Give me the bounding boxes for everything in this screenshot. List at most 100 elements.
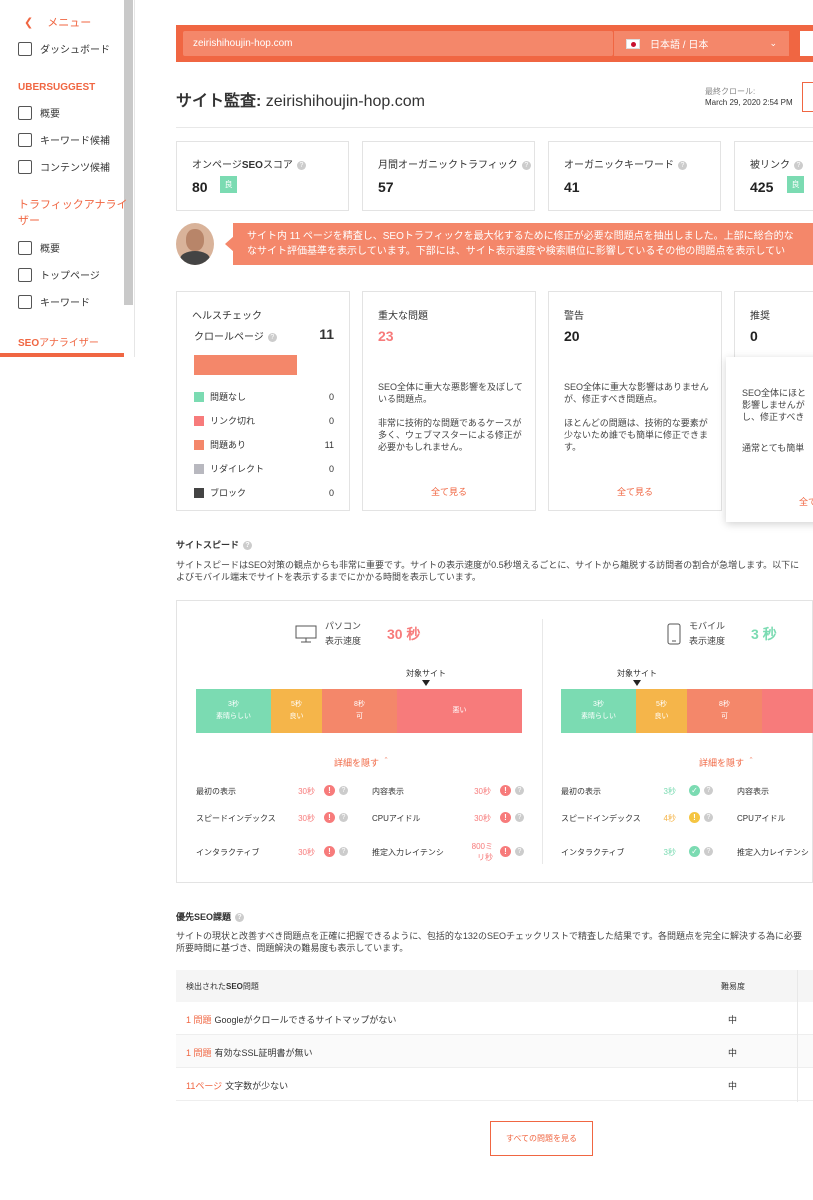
help-icon[interactable]: ? <box>794 160 803 170</box>
see-all-link[interactable]: 全て <box>799 495 813 508</box>
health-row[interactable]: 問題あり 11 <box>194 438 334 451</box>
help-icon[interactable]: ? <box>704 786 713 795</box>
see-all-link[interactable]: 全て見る <box>363 485 535 498</box>
health-row-count: 0 <box>328 463 334 474</box>
language-select[interactable]: 日本語 / 日本 ⌄ <box>614 31 789 56</box>
issues-table-header: 検出されたSEO問題 難易度 <box>176 970 813 1002</box>
chart-icon <box>18 105 32 120</box>
speed-metric-label: CPUアイドル <box>737 814 786 823</box>
sidebar-scrollbar[interactable] <box>124 0 133 305</box>
seo-analyzer-heading[interactable]: SEOアナライザー <box>18 334 99 349</box>
metric-label: 月間オーガニックトラフィック? <box>378 156 531 171</box>
hide-details-link[interactable]: 詳細を隠す ＾ <box>699 756 756 769</box>
help-icon[interactable]: ? <box>515 786 524 795</box>
segment-time: 3秒 <box>228 701 239 708</box>
metric-label-text: スコア <box>262 160 293 171</box>
issue-count-link[interactable]: 1 問題 <box>186 1048 212 1058</box>
recommendations-popup: SEO全体にほと 影響しませんが し、修正すべき 通常とても簡単 全て <box>726 357 813 522</box>
popup-line: し、修正すべき <box>742 412 805 422</box>
help-icon[interactable]: ? <box>521 160 531 170</box>
scale-segment: 8秒可 <box>687 689 762 733</box>
issue-count-link[interactable]: 11ページ <box>186 1081 222 1091</box>
speed-metric-value: 30秒 <box>474 814 491 823</box>
table-row[interactable]: 1 問題 有効なSSL証明書が無い 中 <box>176 1035 813 1068</box>
warnings-card: 警告 20 SEO全体に重大な影響はありませんが、修正すべき問題点。 ほとんどの… <box>548 291 722 511</box>
help-icon[interactable]: ? <box>678 160 687 170</box>
scale-segment: 5秒 良い <box>636 689 687 733</box>
chevron-down-icon: ⌄ <box>769 38 777 48</box>
domain-input[interactable]: zeirishihoujin-hop.com <box>183 31 613 56</box>
issue-difficulty: 中 <box>728 1081 738 1091</box>
sidebar-item-keywords[interactable]: キーワード <box>18 294 90 309</box>
see-all-issues-button[interactable]: すべての問題を見る <box>490 1121 593 1156</box>
metric-label-text: 被リンク <box>750 160 790 171</box>
help-icon[interactable]: ? <box>339 813 348 822</box>
help-icon[interactable]: ? <box>339 847 348 856</box>
status-badge: 良 <box>787 176 804 193</box>
issue-difficulty: 中 <box>728 1015 738 1025</box>
last-crawl-date: March 29, 2020 2:54 PM <box>705 98 793 107</box>
health-row[interactable]: ブロック 0 <box>194 486 334 499</box>
speed-metric-value: 3秒 <box>663 787 676 796</box>
last-crawl-label: 最終クロール: <box>705 87 756 96</box>
metric-monthly-traffic: 月間オーガニックトラフィック? 57 <box>362 141 535 211</box>
japan-flag-icon <box>626 38 640 49</box>
column-header-bold: SEO <box>226 982 243 991</box>
recrawl-button[interactable] <box>802 82 813 112</box>
sidebar-item-label: キーワード <box>40 298 90 309</box>
health-row-count: 0 <box>328 415 334 426</box>
health-row[interactable]: 問題なし 0 <box>194 390 334 403</box>
sidebar-item-content-ideas[interactable]: コンテンツ候補 <box>18 159 110 174</box>
speed-metric-value: 30秒 <box>298 814 315 823</box>
health-row[interactable]: リダイレクト 0 <box>194 462 334 475</box>
sidebar-item-traffic-overview[interactable]: 概要 <box>18 240 60 255</box>
health-row[interactable]: リンク切れ 0 <box>194 414 334 427</box>
sidebar-item-top-pages[interactable]: トップページ <box>18 267 100 282</box>
search-button[interactable] <box>800 31 813 56</box>
help-icon[interactable]: ? <box>515 847 524 856</box>
mobile-target-marker: 対象サイト <box>617 668 657 686</box>
help-icon[interactable]: ? <box>339 786 348 795</box>
help-icon[interactable]: ? <box>296 160 306 170</box>
speed-metric-value: 30秒 <box>298 848 315 857</box>
sidebar-item-label: 概要 <box>40 244 60 255</box>
sidebar-item-keyword-ideas[interactable]: キーワード候補 <box>18 132 110 147</box>
dashboard-icon <box>18 41 32 56</box>
health-row-count: 11 <box>324 439 334 450</box>
menu-back-link[interactable]: ❮ メニュー <box>24 14 91 30</box>
legend-swatch <box>194 439 204 450</box>
help-icon[interactable]: ? <box>515 813 524 822</box>
hide-details-link[interactable]: 詳細を隠す ＾ <box>334 756 391 769</box>
check-icon: ✓ <box>689 785 700 796</box>
avatar <box>176 223 214 265</box>
divider <box>176 127 813 128</box>
speed-metric-label: 推定入力レイテンシ <box>372 848 444 857</box>
sidebar-item-overview[interactable]: 概要 <box>18 105 60 120</box>
main-content: zeirishihoujin-hop.com 日本語 / 日本 ⌄ サイト監査:… <box>176 0 813 1200</box>
help-icon[interactable]: ? <box>704 813 713 822</box>
page-icon <box>18 267 32 282</box>
issue-count-link[interactable]: 1 問題 <box>186 1015 212 1025</box>
help-icon[interactable]: ? <box>267 332 277 342</box>
help-icon[interactable]: ? <box>704 847 713 856</box>
card-description: SEO全体に重大な悪影響を及ぼしている問題点。 <box>378 382 523 404</box>
popup-line: 影響しませんが <box>742 400 805 410</box>
sidebar-item-dashboard[interactable]: ダッシュボード <box>18 41 110 56</box>
metric-backlinks: 被リンク? 425 良 <box>734 141 813 211</box>
help-icon[interactable]: ? <box>243 541 253 551</box>
table-row[interactable]: 11ページ 文字数が少ない 中 <box>176 1068 813 1101</box>
see-all-link[interactable]: 全て見る <box>549 485 721 498</box>
table-row[interactable]: 1 問題 Googleがクロールできるサイトマップがない 中 <box>176 1002 813 1035</box>
health-bar <box>194 355 297 375</box>
speed-metric-label: スピードインデックス <box>561 814 641 823</box>
issue-text: 11ページ 文字数が少ない <box>186 1079 288 1092</box>
issue-description: 有効なSSL証明書が無い <box>214 1048 313 1058</box>
popup-description: 通常とても簡単 <box>742 443 805 453</box>
metric-label: オンページSEOスコア? <box>192 156 306 171</box>
metric-label: 被リンク? <box>750 156 803 171</box>
sidebar: ❮ メニュー ダッシュボード UBERSUGGEST 概要 キーワード候補 コン… <box>0 0 135 357</box>
scale-segment: 3秒 素晴らしい <box>561 689 636 733</box>
scale-segment: 悪い <box>397 689 522 733</box>
help-icon[interactable]: ? <box>235 913 245 923</box>
crawled-pages-label: クロールページ? <box>194 328 277 343</box>
